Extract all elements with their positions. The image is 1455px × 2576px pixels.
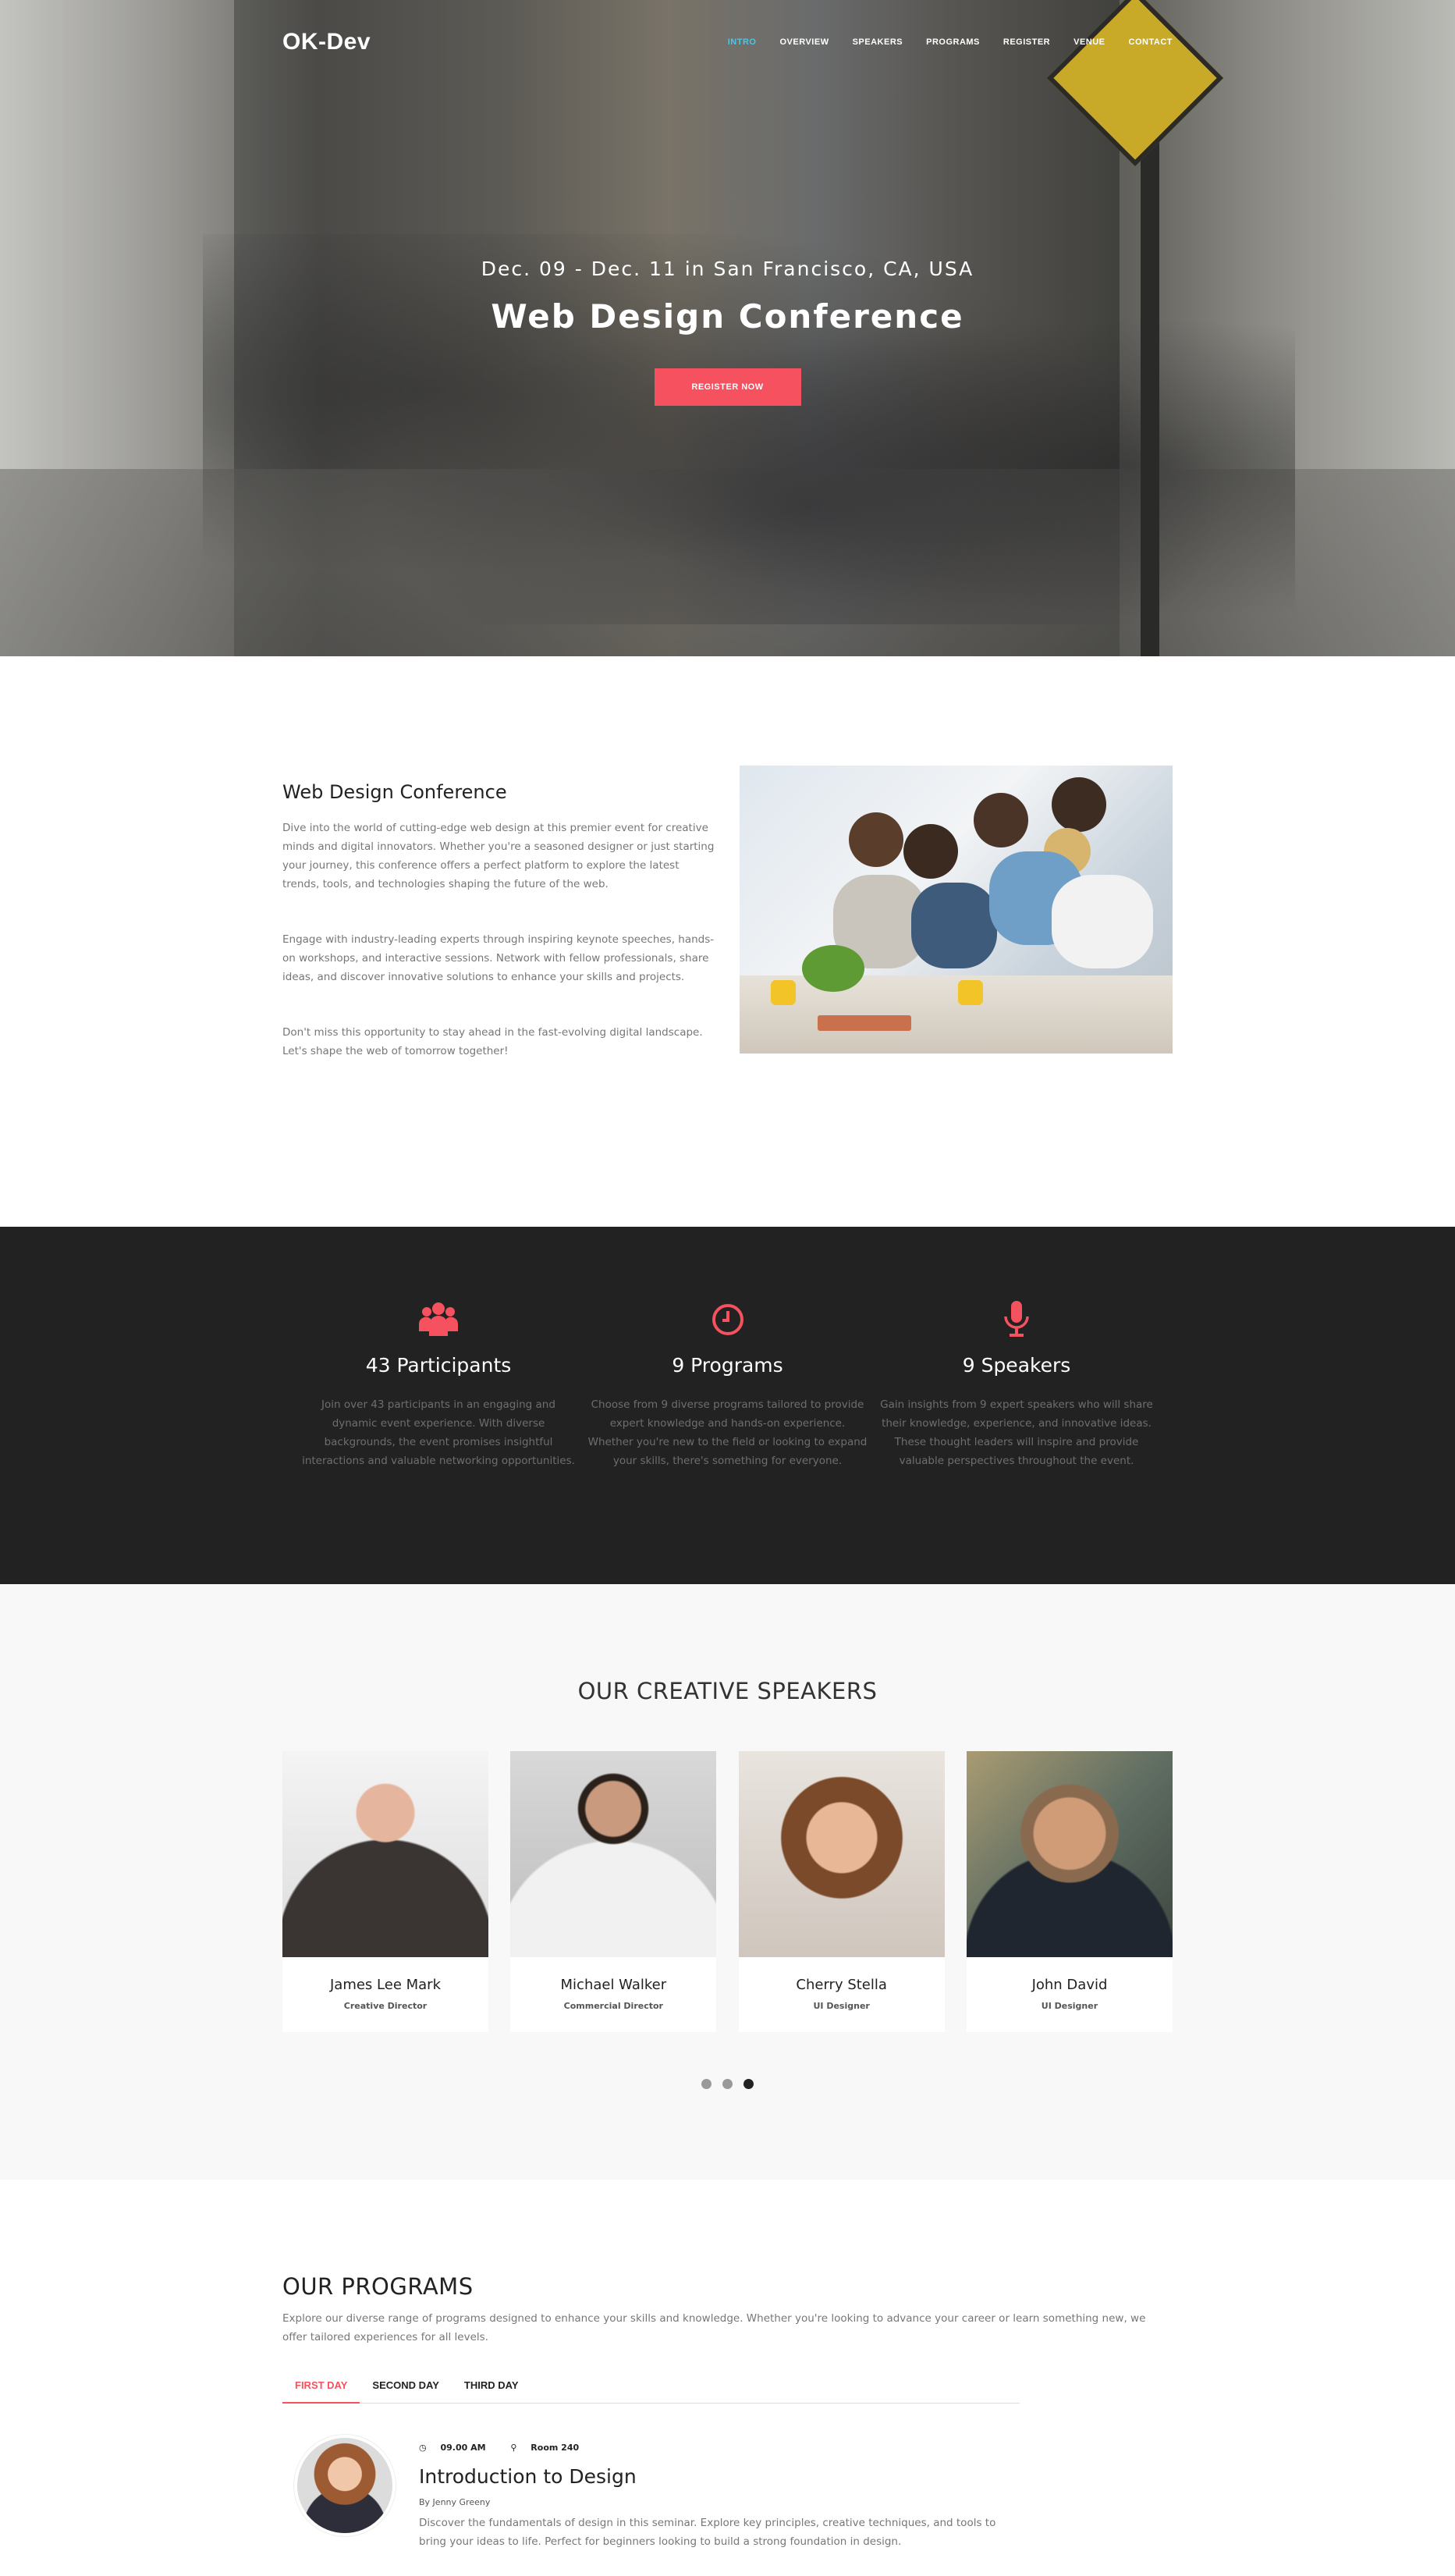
nav-item-intro[interactable]: INTRO bbox=[728, 37, 757, 47]
nav-item-venue[interactable]: VENUE bbox=[1074, 37, 1105, 47]
programs-title: OUR PROGRAMS bbox=[282, 2273, 474, 2300]
clock-icon: ◷ bbox=[419, 2443, 427, 2453]
programs-section: OUR PROGRAMS Explore our diverse range o… bbox=[0, 2180, 1455, 2576]
speakers-section: OUR CREATIVE SPEAKERS James Lee Mark Cre… bbox=[0, 1584, 1455, 2180]
session-room: ⚲ Room 240 bbox=[510, 2443, 590, 2453]
speaker-name: James Lee Mark bbox=[329, 1977, 441, 1993]
speaker-card[interactable]: Cherry Stella UI Designer bbox=[738, 1751, 945, 2032]
about-section: Web Design Conference Dive into the worl… bbox=[0, 656, 1455, 1227]
speaker-role: Commercial Director bbox=[563, 2001, 663, 2011]
speaker-card[interactable]: John David UI Designer bbox=[966, 1751, 1173, 2032]
about-paragraph-3: Don't miss this opportunity to stay ahea… bbox=[282, 1026, 703, 1057]
site-logo[interactable]: OK-Dev bbox=[282, 29, 371, 55]
session-presenter: By Jenny Greeny bbox=[419, 2497, 491, 2507]
tab-third-day[interactable]: THIRD DAY bbox=[452, 2370, 531, 2403]
tab-second-day[interactable]: SECOND DAY bbox=[360, 2370, 451, 2403]
stat-participants: 43 Participants Join over 43 participant… bbox=[298, 1301, 579, 1470]
session-time: ◷ 09.00 AM bbox=[419, 2443, 499, 2453]
speakers-title: OUR CREATIVE SPEAKERS bbox=[577, 1678, 878, 1704]
hero-section: OK-Dev INTRO OVERVIEW SPEAKERS PROGRAMS … bbox=[0, 0, 1455, 656]
stat-description: Gain insights from 9 expert speakers who… bbox=[880, 1398, 1153, 1467]
speaker-card[interactable]: James Lee Mark Creative Director bbox=[282, 1751, 488, 2032]
stat-speakers: 9 Speakers Gain insights from 9 expert s… bbox=[876, 1301, 1157, 1470]
stat-programs: 9 Programs Choose from 9 diverse program… bbox=[587, 1301, 868, 1470]
carousel-dot-2[interactable] bbox=[722, 2079, 733, 2089]
stat-title: 43 Participants bbox=[365, 1354, 512, 1377]
session-title: Introduction to Design bbox=[419, 2465, 637, 2488]
speaker-name: John David bbox=[1031, 1977, 1108, 1993]
tab-first-day[interactable]: FIRST DAY bbox=[282, 2370, 360, 2404]
session-room-value: Room 240 bbox=[531, 2443, 580, 2453]
stat-description: Choose from 9 diverse programs tailored … bbox=[587, 1398, 868, 1467]
speaker-photo bbox=[738, 1751, 945, 1957]
session-description: Discover the fundamentals of design in t… bbox=[419, 2517, 996, 2548]
presenter-avatar bbox=[294, 2435, 396, 2536]
carousel-pagination bbox=[282, 2079, 1173, 2089]
session-time-value: 09.00 AM bbox=[440, 2443, 486, 2453]
team-meeting-photo bbox=[740, 766, 1173, 1053]
about-paragraph-2: Engage with industry-leading experts thr… bbox=[282, 933, 715, 983]
stat-title: 9 Programs bbox=[672, 1354, 783, 1377]
stat-title: 9 Speakers bbox=[962, 1354, 1071, 1377]
hero-title: Web Design Conference bbox=[491, 297, 964, 336]
top-navigation: OK-Dev INTRO OVERVIEW SPEAKERS PROGRAMS … bbox=[0, 0, 1455, 84]
speaker-photo bbox=[282, 1751, 488, 1957]
speakers-carousel: James Lee Mark Creative Director Michael… bbox=[282, 1751, 1173, 2032]
nav-item-programs[interactable]: PROGRAMS bbox=[926, 37, 980, 47]
about-text: Web Design Conference Dive into the worl… bbox=[282, 766, 716, 1097]
speaker-role: UI Designer bbox=[1041, 2001, 1098, 2011]
session-meta: ◷ 09.00 AM ⚲ Room 240 bbox=[419, 2443, 1012, 2453]
speaker-role: UI Designer bbox=[813, 2001, 870, 2011]
stat-description: Join over 43 participants in an engaging… bbox=[302, 1398, 575, 1467]
nav-item-speakers[interactable]: SPEAKERS bbox=[853, 37, 903, 47]
clock-icon bbox=[587, 1301, 868, 1338]
session-details: ◷ 09.00 AM ⚲ Room 240 Introduction to De… bbox=[419, 2435, 1012, 2551]
nav-item-overview[interactable]: OVERVIEW bbox=[779, 37, 829, 47]
program-day-tabs: FIRST DAY SECOND DAY THIRD DAY bbox=[282, 2370, 1020, 2404]
speaker-role: Creative Director bbox=[343, 2001, 428, 2011]
speaker-name: Cherry Stella bbox=[796, 1977, 887, 1993]
speaker-photo bbox=[966, 1751, 1173, 1957]
register-now-button[interactable]: REGISTER NOW bbox=[654, 368, 801, 406]
hero-content: Dec. 09 - Dec. 11 in San Francisco, CA, … bbox=[0, 258, 1455, 406]
nav-item-contact[interactable]: CONTACT bbox=[1129, 37, 1173, 47]
event-date-location: Dec. 09 - Dec. 11 in San Francisco, CA, … bbox=[481, 258, 974, 280]
speaker-card[interactable]: Michael Walker Commercial Director bbox=[510, 1751, 717, 2032]
users-icon bbox=[298, 1301, 579, 1338]
programs-description: Explore our diverse range of programs de… bbox=[282, 2312, 1146, 2343]
program-session: ◷ 09.00 AM ⚲ Room 240 Introduction to De… bbox=[282, 2435, 1173, 2551]
main-menu: INTRO OVERVIEW SPEAKERS PROGRAMS REGISTE… bbox=[728, 37, 1173, 47]
carousel-dot-1[interactable] bbox=[701, 2079, 712, 2089]
carousel-dot-3[interactable] bbox=[743, 2079, 754, 2089]
microphone-icon bbox=[876, 1301, 1157, 1338]
speaker-photo bbox=[510, 1751, 717, 1957]
map-pin-icon: ⚲ bbox=[510, 2443, 517, 2453]
speaker-name: Michael Walker bbox=[560, 1977, 667, 1993]
about-title: Web Design Conference bbox=[282, 781, 507, 803]
nav-item-register[interactable]: REGISTER bbox=[1003, 37, 1050, 47]
about-paragraph-1: Dive into the world of cutting-edge web … bbox=[282, 822, 715, 890]
stats-section: 43 Participants Join over 43 participant… bbox=[0, 1227, 1455, 1584]
